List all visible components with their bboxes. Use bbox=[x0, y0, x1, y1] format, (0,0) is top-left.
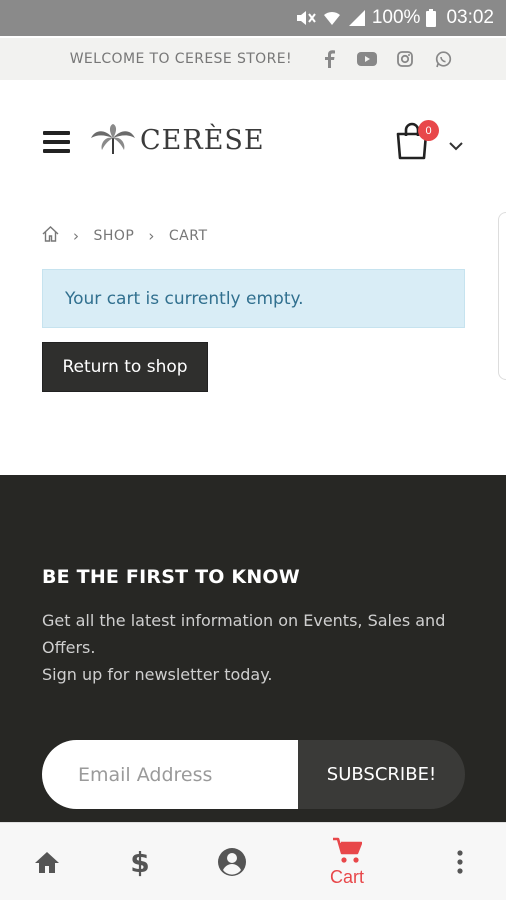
nav-home[interactable] bbox=[28, 823, 66, 901]
signal-icon bbox=[348, 9, 366, 27]
cart-count-badge: 0 bbox=[418, 120, 439, 141]
more-vert-icon bbox=[457, 850, 463, 874]
dollar-icon: $ bbox=[130, 847, 149, 877]
newsletter-description: Get all the latest information on Events… bbox=[42, 607, 462, 688]
brand-logo[interactable]: CERÈSE bbox=[90, 124, 265, 156]
battery-percent: 100% bbox=[371, 7, 421, 28]
newsletter-line-2: Sign up for newsletter today. bbox=[42, 665, 273, 684]
mute-icon bbox=[294, 8, 316, 28]
status-bar: 100% 03:02 bbox=[0, 0, 506, 36]
logo-text: CERÈSE bbox=[140, 124, 265, 156]
newsletter-title: BE THE FIRST TO KNOW bbox=[42, 566, 300, 588]
breadcrumb: › SHOP › CART bbox=[42, 226, 208, 246]
breadcrumb-shop[interactable]: SHOP bbox=[94, 228, 135, 244]
breadcrumb-chevron-icon: › bbox=[148, 227, 155, 245]
breadcrumb-cart: CART bbox=[168, 228, 208, 244]
newsletter-form: SUBSCRIBE! bbox=[42, 740, 465, 809]
svg-text:$: $ bbox=[130, 847, 149, 877]
side-drawer-tab[interactable] bbox=[498, 212, 506, 380]
chevron-down-icon[interactable] bbox=[449, 138, 463, 156]
welcome-text: WELCOME TO CERESE STORE! bbox=[69, 51, 292, 67]
battery-icon bbox=[426, 9, 437, 27]
facebook-icon[interactable] bbox=[318, 48, 340, 70]
whatsapp-icon[interactable] bbox=[432, 48, 454, 70]
newsletter-footer: BE THE FIRST TO KNOW Get all the latest … bbox=[0, 475, 506, 825]
palm-leaf-logo-icon bbox=[91, 124, 135, 154]
newsletter-line-1: Get all the latest information on Events… bbox=[42, 611, 446, 657]
nav-more[interactable] bbox=[448, 823, 472, 901]
breadcrumb-chevron-icon: › bbox=[73, 227, 80, 245]
subscribe-button[interactable]: SUBSCRIBE! bbox=[298, 740, 465, 809]
menu-icon[interactable] bbox=[43, 131, 70, 155]
nav-cart-label: Cart bbox=[329, 866, 364, 887]
wifi-icon bbox=[322, 9, 342, 27]
nav-deals[interactable]: $ bbox=[122, 823, 158, 901]
bottom-navigation: $ Cart bbox=[0, 822, 506, 900]
return-to-shop-button[interactable]: Return to shop bbox=[42, 342, 208, 392]
nav-cart[interactable]: Cart bbox=[316, 823, 378, 901]
nav-account[interactable] bbox=[214, 823, 250, 901]
instagram-icon[interactable] bbox=[394, 48, 416, 70]
youtube-icon[interactable] bbox=[356, 48, 378, 70]
home-icon[interactable] bbox=[42, 226, 59, 246]
cart-icon bbox=[333, 837, 362, 863]
clock: 03:02 bbox=[446, 7, 494, 28]
site-header: CERÈSE 0 bbox=[0, 80, 506, 210]
welcome-bar: WELCOME TO CERESE STORE! bbox=[0, 38, 506, 80]
account-circle-icon bbox=[218, 848, 246, 876]
empty-cart-notice: Your cart is currently empty. bbox=[42, 269, 465, 328]
home-icon bbox=[35, 852, 59, 873]
email-field[interactable] bbox=[42, 740, 298, 809]
